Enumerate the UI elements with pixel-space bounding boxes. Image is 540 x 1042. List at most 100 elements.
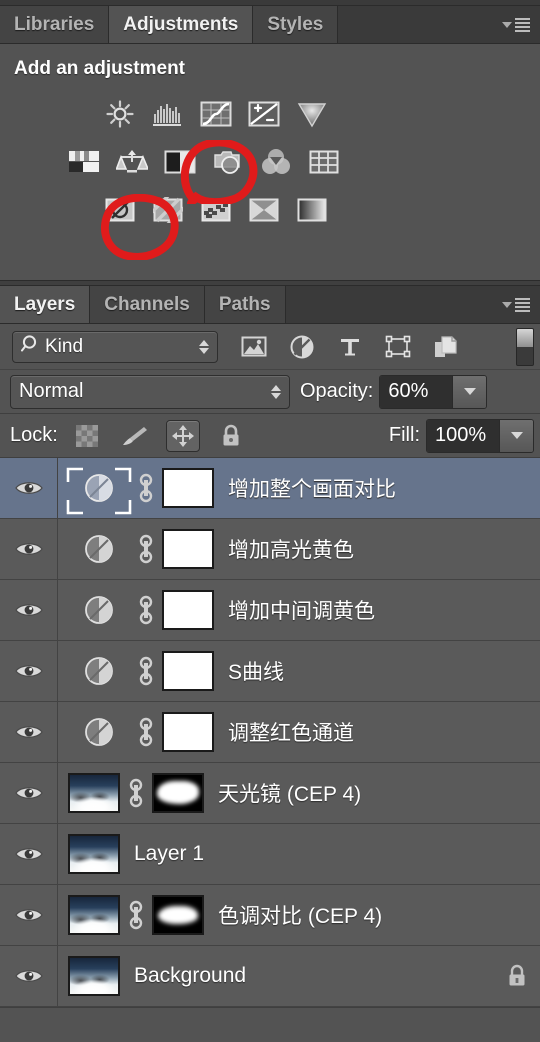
fill-value[interactable]: 100% — [427, 419, 499, 452]
tab-paths-label: Paths — [218, 293, 271, 315]
layer-mask-thumbnail[interactable] — [162, 529, 214, 569]
link-icon[interactable] — [126, 898, 146, 932]
adjustments-panel-group: Libraries Adjustments Styles Add an adju… — [0, 6, 540, 280]
layer-visibility-toggle[interactable] — [0, 824, 58, 884]
fill-dropdown-button[interactable] — [499, 419, 533, 452]
posterize-icon[interactable] — [152, 196, 184, 224]
filter-smart-object-icon[interactable] — [432, 333, 460, 361]
eye-icon — [14, 787, 43, 799]
up-down-stepper-icon[interactable] — [199, 339, 209, 354]
tab-channels[interactable]: Channels — [90, 286, 205, 323]
panel-menu-icon[interactable] — [502, 17, 532, 33]
layer-mask-thumbnail[interactable] — [162, 468, 214, 508]
tab-styles-label: Styles — [267, 13, 324, 35]
filter-pixel-layers-icon[interactable] — [240, 333, 268, 361]
filter-adjustment-layers-icon[interactable] — [288, 333, 316, 361]
layer-mask-thumbnail[interactable] — [152, 773, 204, 813]
layer-thumbnails — [58, 463, 214, 515]
layer-image-thumbnail[interactable] — [68, 895, 120, 935]
layer-mask-thumbnail[interactable] — [162, 712, 214, 752]
table-row[interactable]: 天光镜 (CEP 4) — [0, 763, 540, 824]
lock-position-icon[interactable] — [165, 419, 200, 452]
color-lookup-icon[interactable] — [308, 148, 340, 176]
hue-saturation-icon[interactable] — [68, 148, 100, 176]
chevron-down-icon — [510, 432, 523, 439]
opacity-field[interactable]: 60% — [379, 374, 488, 409]
link-icon[interactable] — [136, 471, 156, 505]
eye-icon — [14, 970, 43, 982]
tab-libraries[interactable]: Libraries — [0, 6, 110, 43]
curves-icon[interactable] — [200, 100, 232, 128]
invert-icon[interactable] — [104, 196, 136, 224]
levels-icon[interactable] — [152, 100, 184, 128]
tab-channels-label: Channels — [104, 293, 190, 315]
threshold-icon[interactable] — [200, 196, 232, 224]
layer-name: 天光镜 (CEP 4) — [218, 783, 362, 806]
opacity-value[interactable]: 60% — [380, 375, 453, 408]
chevron-down-icon — [463, 388, 476, 395]
layer-visibility-toggle[interactable] — [0, 763, 58, 823]
layer-image-thumbnail[interactable] — [68, 956, 120, 996]
opacity-dropdown-button[interactable] — [452, 375, 487, 408]
color-balance-icon[interactable] — [116, 148, 148, 176]
link-icon[interactable] — [126, 776, 146, 810]
layer-mask-thumbnail[interactable] — [152, 895, 204, 935]
layer-name: 增加整个画面对比 — [228, 478, 396, 501]
filter-type-layers-icon[interactable] — [336, 333, 364, 361]
photo-filter-icon[interactable] — [212, 148, 244, 176]
layer-visibility-toggle[interactable] — [0, 641, 58, 701]
black-and-white-icon[interactable] — [164, 148, 196, 176]
layer-thumbnails — [58, 585, 214, 635]
tab-layers[interactable]: Layers — [0, 286, 91, 323]
layer-image-thumbnail[interactable] — [68, 773, 120, 813]
eye-icon — [14, 726, 43, 738]
adjustment-icon-grid — [0, 90, 540, 234]
channel-mixer-icon[interactable] — [260, 148, 292, 176]
fill-field[interactable]: 100% — [426, 418, 534, 453]
layer-visibility-toggle[interactable] — [0, 702, 58, 762]
table-row[interactable]: 色调对比 (CEP 4) — [0, 885, 540, 946]
layer-visibility-toggle[interactable] — [0, 885, 58, 945]
filter-shape-layers-icon[interactable] — [384, 333, 412, 361]
layer-visibility-toggle[interactable] — [0, 458, 58, 518]
up-down-stepper-icon[interactable] — [271, 384, 281, 399]
filter-kind-select[interactable]: Kind — [12, 330, 218, 363]
blend-mode-select[interactable]: Normal — [10, 374, 290, 409]
adjustment-thumbnail-icon — [85, 535, 113, 563]
layer-thumbnails — [58, 895, 204, 935]
layer-locked-icon — [494, 964, 540, 988]
lock-all-icon[interactable] — [214, 420, 248, 452]
layer-mask-thumbnail[interactable] — [162, 651, 214, 691]
link-icon[interactable] — [136, 715, 156, 749]
table-row[interactable]: 增加中间调黄色 — [0, 580, 540, 641]
lock-transparent-pixels-icon[interactable] — [70, 420, 104, 452]
panel-menu-icon[interactable] — [502, 297, 532, 313]
lock-row: Lock: Fill: 100% — [0, 414, 540, 458]
table-row[interactable]: Layer 1 — [0, 824, 540, 885]
table-row[interactable]: 增加整个画面对比 — [0, 458, 540, 519]
tab-styles[interactable]: Styles — [253, 6, 339, 43]
table-row[interactable]: 增加高光黄色 — [0, 519, 540, 580]
link-icon[interactable] — [136, 532, 156, 566]
table-row[interactable]: S曲线 — [0, 641, 540, 702]
gradient-map-icon[interactable] — [248, 196, 280, 224]
layer-visibility-toggle[interactable] — [0, 519, 58, 579]
link-icon[interactable] — [136, 654, 156, 688]
tab-paths[interactable]: Paths — [204, 286, 286, 323]
selective-color-icon[interactable] — [296, 196, 328, 224]
link-icon[interactable] — [136, 593, 156, 627]
exposure-icon[interactable] — [248, 100, 280, 128]
layer-mask-thumbnail[interactable] — [162, 590, 214, 630]
tab-adjustments[interactable]: Adjustments — [109, 6, 254, 43]
table-row[interactable]: 调整红色通道 — [0, 702, 540, 763]
layer-image-thumbnail[interactable] — [68, 834, 120, 874]
lock-image-pixels-icon[interactable] — [118, 420, 152, 452]
layers-panel-footer — [0, 1007, 540, 1042]
filter-enable-toggle[interactable] — [516, 327, 534, 366]
layer-visibility-toggle[interactable] — [0, 946, 58, 1006]
layer-visibility-toggle[interactable] — [0, 580, 58, 640]
layer-name: 增加中间调黄色 — [228, 600, 375, 623]
brightness-contrast-icon[interactable] — [104, 100, 136, 128]
vibrance-icon[interactable] — [296, 100, 328, 128]
table-row[interactable]: Background — [0, 946, 540, 1007]
